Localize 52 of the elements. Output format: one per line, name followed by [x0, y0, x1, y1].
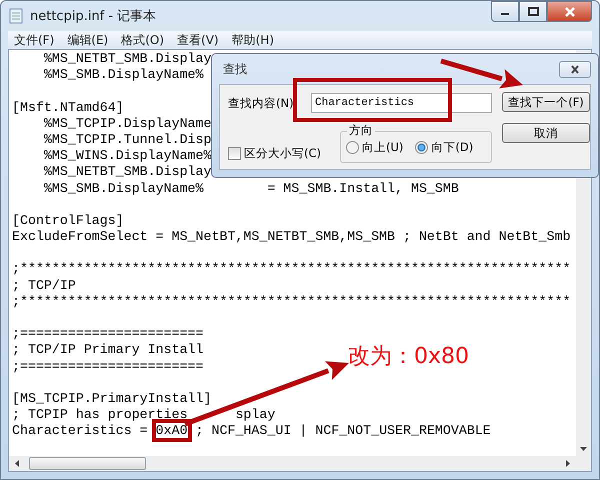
maximize-button[interactable]	[519, 1, 547, 22]
horizontal-scrollbar[interactable]	[9, 456, 576, 471]
code-line: %MS_TCPIP.Tunnel.Disp	[42, 132, 212, 148]
code-text: splay	[234, 407, 276, 422]
notepad-icon	[8, 8, 24, 24]
menu-item[interactable]: 帮助(H)	[232, 32, 274, 48]
menu-item[interactable]: 编辑(E)	[67, 32, 108, 48]
code-line: [ControlFlags]	[12, 212, 124, 230]
menu-item[interactable]: 格式(O)	[121, 32, 164, 48]
code-line: ; TCP/IP Primary Install	[12, 342, 204, 359]
code-text: Characteristics =	[12, 423, 149, 438]
code-line: [MS_TCPIP.PrimaryInstall]	[12, 390, 212, 408]
field-label: 查找内容(N)	[228, 96, 294, 110]
radio-label: 向下(D)	[431, 140, 474, 154]
close-icon	[564, 6, 576, 16]
window-title: nettcpip.inf - 记事本	[30, 8, 158, 25]
code-line: ExcludeFromSelect = MS_NetBT,MS_NETBT_SMB,MS_SMB ; NetBt and NetBt_Smb	[12, 229, 571, 246]
cancel-button[interactable]: 取消	[502, 123, 590, 143]
code-line: ;=======================	[12, 358, 204, 375]
code-text: ; TCPIP has properties	[12, 407, 188, 422]
radio-button[interactable]	[346, 140, 359, 154]
code-line: %MS_NETBT_SMB.Display	[42, 51, 212, 68]
close-button[interactable]	[559, 60, 591, 78]
code-line: %MS_WINS.DisplayName%	[42, 148, 212, 164]
code-line: ;*********************************************************************	[12, 261, 571, 278]
scroll-thumb[interactable]	[29, 457, 146, 470]
code-text: ; NCF_HAS_UI | NCF_NOT_USER_REMOVABLE	[194, 423, 491, 438]
code-line: %MS_TCPIP.DisplayName	[42, 116, 212, 132]
find-next-button[interactable]: 查找下一个(F)	[502, 92, 590, 112]
code-line: %MS_SMB.DisplayName%	[42, 67, 204, 84]
checkbox-label: 区分大小写(C)	[244, 146, 322, 160]
code-line: ;=======================	[12, 326, 204, 342]
close-button[interactable]	[547, 1, 592, 22]
code-line: %MS_NETBT_SMB.Display	[42, 164, 212, 180]
radio-button[interactable]	[415, 140, 428, 154]
scroll-left-icon[interactable]	[13, 459, 21, 468]
search-field[interactable]: Characteristics	[311, 93, 492, 113]
code-line: %MS_SMB.DisplayName% = MS_SMB.Install, MS_SMB	[42, 180, 459, 197]
minimize-button[interactable]	[491, 1, 519, 22]
checkbox[interactable]	[228, 146, 241, 160]
group-label: 方向	[347, 123, 375, 138]
close-icon	[570, 64, 580, 74]
code-line: [Msft.NTamd64]	[12, 100, 124, 116]
menu-item[interactable]: 查看(V)	[177, 32, 219, 48]
code-line: ;*********************************************************************	[12, 294, 571, 310]
scroll-right-icon[interactable]	[564, 459, 572, 468]
annotation-text: 改为：0x80	[348, 343, 470, 371]
menu-item[interactable]: 文件(F)	[14, 32, 54, 48]
radio-label: 向上(U)	[362, 140, 404, 154]
maximize-icon	[528, 7, 538, 16]
code-line: ; TCP/IP	[12, 278, 76, 294]
dialog-title: 查找	[222, 60, 247, 78]
